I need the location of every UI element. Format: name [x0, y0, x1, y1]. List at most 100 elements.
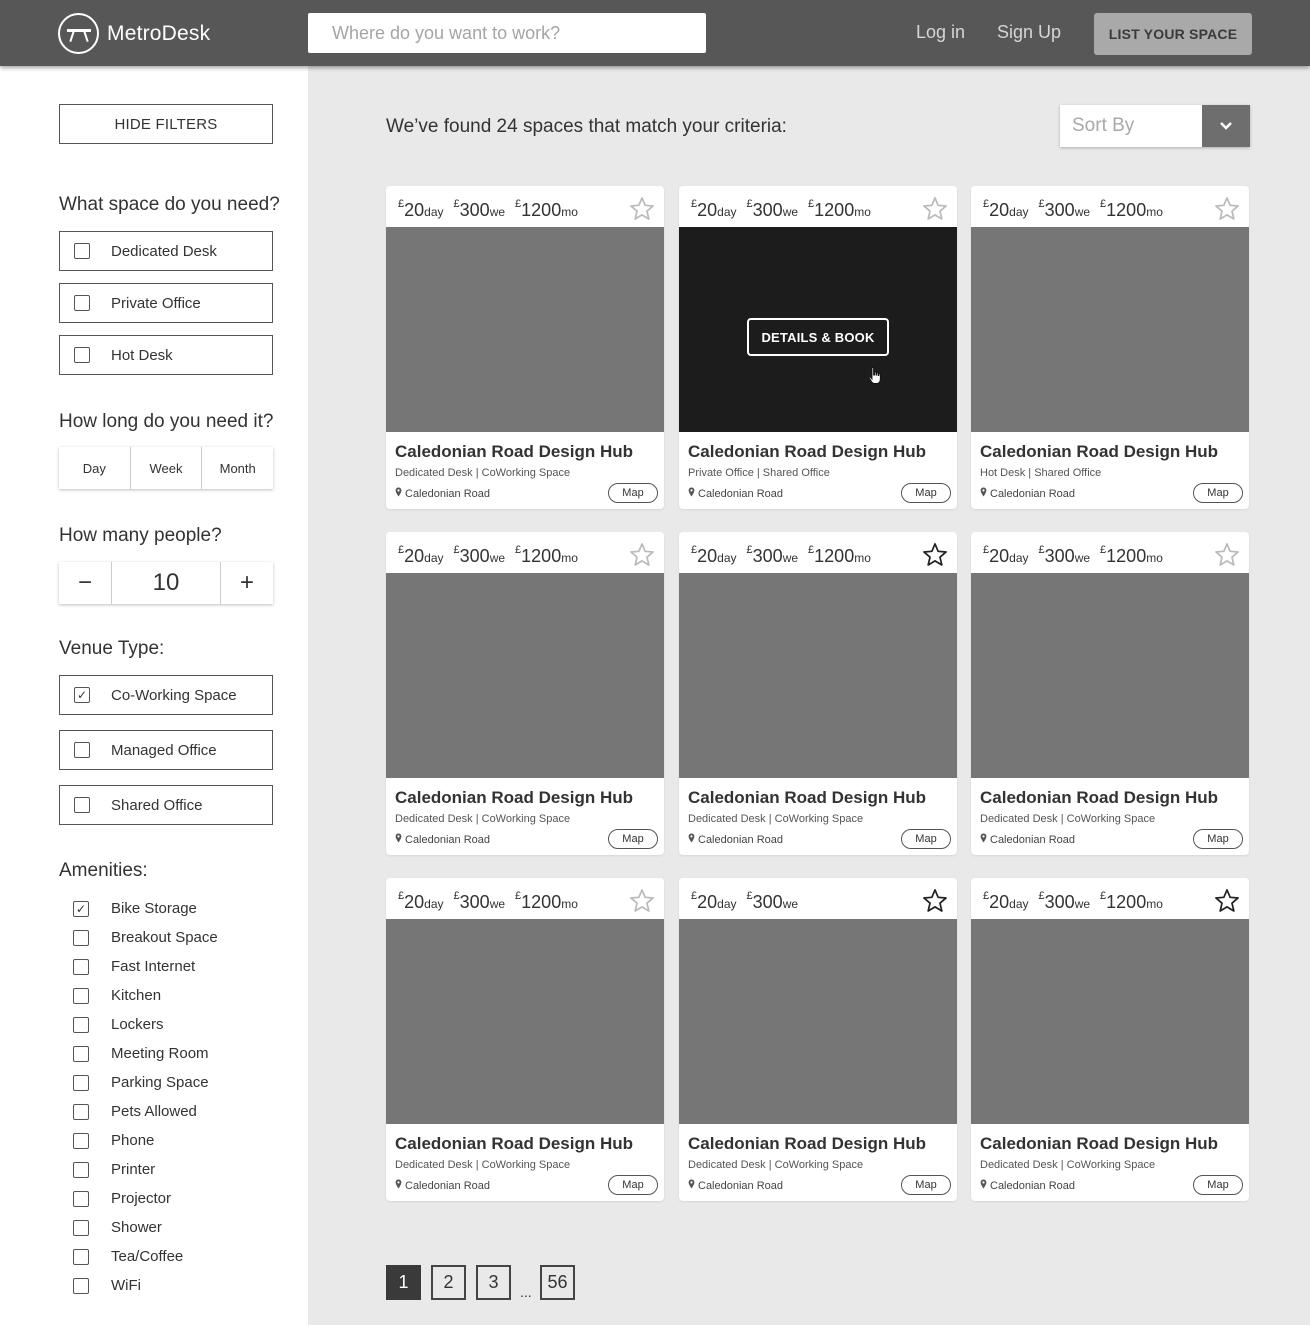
brand-logo[interactable]: MetroDesk	[58, 13, 210, 54]
space-card[interactable]: £20 day £300 we £1200 mo Caledonian Road Desig…	[386, 532, 664, 855]
space-card[interactable]: £20 day £300 we £1200 mo Caledonian Road Desig…	[971, 532, 1249, 855]
decrement-button[interactable]: −	[59, 562, 111, 604]
space-card[interactable]: £20 day £300 we Caledonian Road Design Hub De…	[679, 878, 957, 1201]
amenity-option[interactable]: Meeting Room	[73, 1045, 209, 1062]
space-image-placeholder[interactable]	[971, 573, 1249, 778]
checkbox[interactable]	[73, 987, 89, 1004]
space-card[interactable]: £20 day £300 we £1200 mo Caledonian Road Desig…	[386, 878, 664, 1201]
space-image-placeholder[interactable]	[386, 573, 664, 778]
venue-type-option[interactable]: Managed Office	[59, 730, 273, 770]
amenity-option[interactable]: Pets Allowed	[73, 1103, 197, 1120]
map-button[interactable]: Map	[1193, 829, 1243, 849]
amenity-option[interactable]: Phone	[73, 1132, 154, 1149]
space-image-placeholder[interactable]	[386, 919, 664, 1124]
sort-by-dropdown[interactable]: Sort By	[1060, 105, 1250, 147]
space-title[interactable]: Caledonian Road Design Hub	[395, 1134, 633, 1154]
signup-link[interactable]: Sign Up	[997, 22, 1061, 43]
checkbox[interactable]	[73, 1103, 89, 1120]
space-type-option[interactable]: Hot Desk	[59, 335, 273, 375]
amenity-option[interactable]: Fast Internet	[73, 958, 195, 975]
checkbox[interactable]	[73, 1190, 89, 1207]
venue-type-option[interactable]: ✓ Co-Working Space	[59, 675, 273, 715]
chevron-down-icon[interactable]	[1202, 105, 1250, 147]
space-image-placeholder[interactable]	[971, 919, 1249, 1124]
space-card[interactable]: £20 day £300 we £1200 mo DETAILS & BOOK Caledon…	[679, 186, 957, 509]
checkbox[interactable]	[73, 1277, 89, 1294]
space-image-placeholder[interactable]	[386, 227, 664, 432]
page-1-button[interactable]: 1	[386, 1265, 421, 1300]
page-2-button[interactable]: 2	[431, 1265, 466, 1300]
checkbox[interactable]	[74, 797, 90, 813]
checkbox[interactable]	[73, 1161, 89, 1178]
space-image-placeholder[interactable]	[971, 227, 1249, 432]
amenity-option[interactable]: Lockers	[73, 1016, 164, 1033]
duration-day[interactable]: Day	[59, 447, 131, 489]
amenity-option[interactable]: ✓ Bike Storage	[73, 900, 197, 917]
star-icon[interactable]	[629, 542, 655, 568]
space-title[interactable]: Caledonian Road Design Hub	[395, 442, 633, 462]
login-link[interactable]: Log in	[916, 22, 965, 43]
map-button[interactable]: Map	[1193, 1175, 1243, 1195]
map-button[interactable]: Map	[1193, 483, 1243, 503]
checkbox[interactable]	[73, 958, 89, 975]
space-title[interactable]: Caledonian Road Design Hub	[395, 788, 633, 808]
search-input[interactable]	[308, 13, 706, 53]
space-title[interactable]: Caledonian Road Design Hub	[980, 1134, 1218, 1154]
checkbox[interactable]	[74, 347, 90, 363]
duration-week[interactable]: Week	[131, 447, 203, 489]
star-icon[interactable]	[629, 196, 655, 222]
checkbox[interactable]	[73, 1219, 89, 1236]
list-your-space-button[interactable]: LIST YOUR SPACE	[1094, 13, 1252, 55]
map-button[interactable]: Map	[901, 829, 951, 849]
space-title[interactable]: Caledonian Road Design Hub	[688, 788, 926, 808]
space-title[interactable]: Caledonian Road Design Hub	[688, 1134, 926, 1154]
increment-button[interactable]: +	[221, 562, 273, 604]
checkbox[interactable]	[73, 1074, 89, 1091]
space-card[interactable]: £20 day £300 we £1200 mo Caledonian Road Desig…	[679, 532, 957, 855]
star-filled-icon[interactable]	[922, 888, 948, 914]
star-icon[interactable]	[1214, 542, 1240, 568]
space-card[interactable]: £20 day £300 we £1200 mo Caledonian Road Desig…	[971, 186, 1249, 509]
venue-type-option[interactable]: Shared Office	[59, 785, 273, 825]
star-filled-icon[interactable]	[922, 542, 948, 568]
space-title[interactable]: Caledonian Road Design Hub	[980, 442, 1218, 462]
map-button[interactable]: Map	[608, 483, 658, 503]
map-button[interactable]: Map	[608, 829, 658, 849]
space-title[interactable]: Caledonian Road Design Hub	[980, 788, 1218, 808]
space-title[interactable]: Caledonian Road Design Hub	[688, 442, 926, 462]
amenity-option[interactable]: Breakout Space	[73, 929, 218, 946]
map-button[interactable]: Map	[608, 1175, 658, 1195]
checkbox[interactable]	[73, 1016, 89, 1033]
checkbox[interactable]	[73, 1248, 89, 1265]
amenity-option[interactable]: Parking Space	[73, 1074, 209, 1091]
amenity-option[interactable]: WiFi	[73, 1277, 141, 1294]
space-type-option[interactable]: Private Office	[59, 283, 273, 323]
hide-filters-button[interactable]: HIDE FILTERS	[59, 104, 273, 144]
checkbox[interactable]	[73, 1132, 89, 1149]
star-icon[interactable]	[922, 196, 948, 222]
star-icon[interactable]	[629, 888, 655, 914]
checkbox[interactable]	[74, 243, 90, 259]
map-button[interactable]: Map	[901, 483, 951, 503]
duration-month[interactable]: Month	[202, 447, 273, 489]
checkbox[interactable]	[74, 295, 90, 311]
space-type-option[interactable]: Dedicated Desk	[59, 231, 273, 271]
details-and-book-button[interactable]: DETAILS & BOOK	[747, 318, 889, 356]
amenity-option[interactable]: Projector	[73, 1190, 171, 1207]
map-button[interactable]: Map	[901, 1175, 951, 1195]
space-image-placeholder[interactable]	[679, 919, 957, 1124]
checkbox[interactable]	[74, 742, 90, 758]
amenity-option[interactable]: Tea/Coffee	[73, 1248, 183, 1265]
space-card[interactable]: £20 day £300 we £1200 mo Caledonian Road Desig…	[971, 878, 1249, 1201]
checkbox[interactable]	[73, 1045, 89, 1062]
space-image-placeholder[interactable]: DETAILS & BOOK	[679, 227, 957, 432]
checkbox[interactable]	[73, 929, 89, 946]
amenity-option[interactable]: Kitchen	[73, 987, 161, 1004]
star-icon[interactable]	[1214, 196, 1240, 222]
checkbox-checked[interactable]: ✓	[73, 900, 89, 917]
page-3-button[interactable]: 3	[476, 1265, 511, 1300]
amenity-option[interactable]: Shower	[73, 1219, 162, 1236]
space-card[interactable]: £20 day £300 we £1200 mo Caledonian Road Desig…	[386, 186, 664, 509]
last-page-button[interactable]: 56	[540, 1265, 575, 1300]
checkbox-checked[interactable]: ✓	[74, 687, 90, 703]
